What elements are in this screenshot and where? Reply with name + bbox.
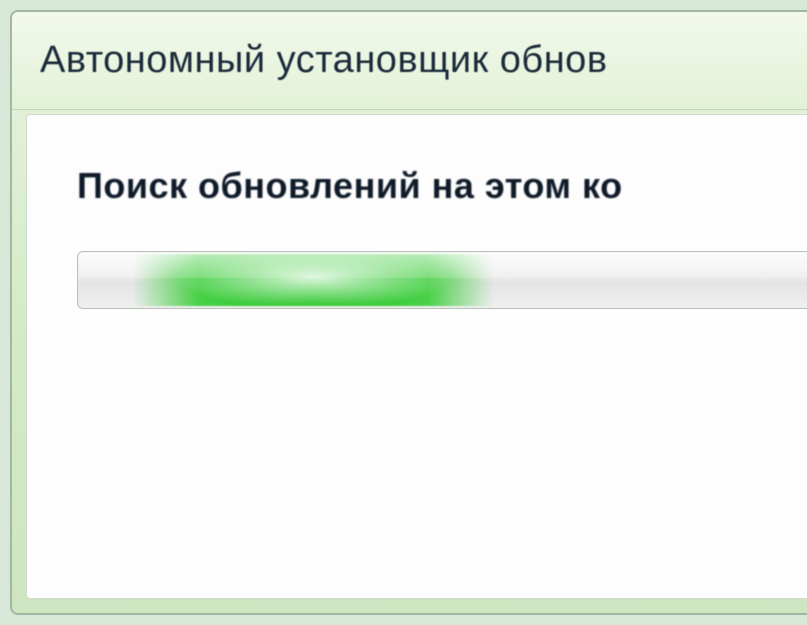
- progress-bar: [77, 251, 807, 309]
- titlebar[interactable]: Автономный установщик обнов: [12, 12, 807, 110]
- window-title: Автономный установщик обнов: [40, 39, 608, 82]
- progress-marquee-chunk: [133, 254, 493, 306]
- dialog-window: Автономный установщик обнов Поиск обновл…: [10, 10, 807, 615]
- status-label: Поиск обновлений на этом ко: [77, 165, 807, 207]
- client-area: Поиск обновлений на этом ко: [26, 114, 807, 599]
